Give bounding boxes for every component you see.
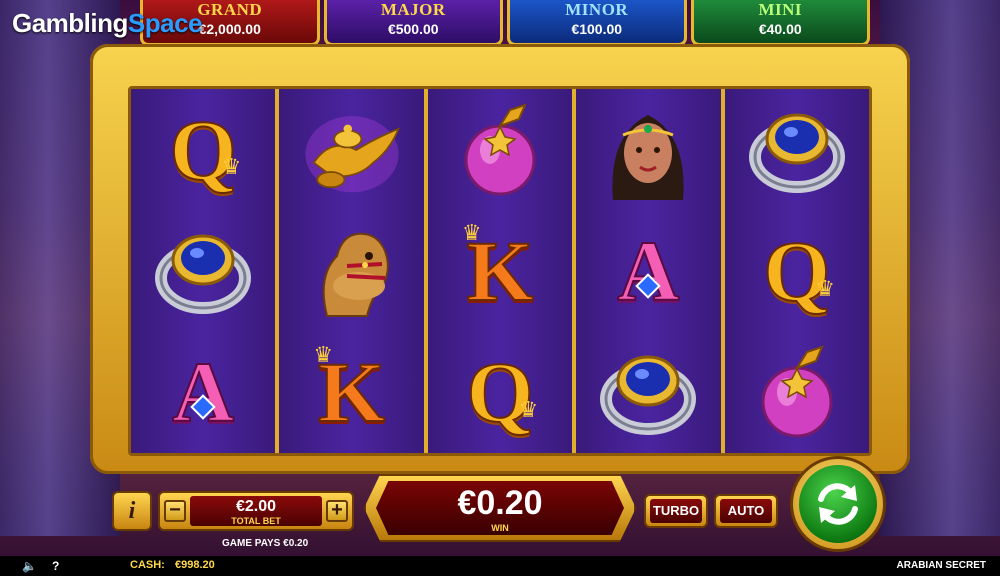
win-display: €0.20 WIN: [364, 474, 636, 542]
jackpot-minor: MINOR €100.00: [507, 0, 687, 46]
cash-label: CASH:: [130, 559, 165, 571]
magic-lamp-symbol-icon: [305, 115, 400, 192]
jackpot-name: MINI: [758, 0, 803, 19]
ring-symbol-icon: [748, 113, 845, 193]
jackpot-value: €40.00: [758, 21, 802, 37]
info-button[interactable]: i: [112, 491, 152, 531]
reel-cell: [576, 89, 720, 210]
reel-cell: Q ♛: [725, 210, 869, 331]
reel-2: K ♛: [279, 89, 428, 453]
total-bet-value: €2.00: [235, 498, 277, 515]
control-bar: i − €2.00 TOTAL BET + GAME PAYS €0.20 €0…: [112, 456, 888, 552]
ring-symbol-icon: [155, 234, 252, 314]
reel-cell: [131, 210, 275, 331]
reel-frame: Q ♛ A K ♛ K ♛ Q ♛ A Q ♛: [90, 44, 910, 474]
total-bet-display: €2.00 TOTAL BET: [190, 496, 322, 526]
reel-cell: [576, 332, 720, 453]
win-value: €0.20: [457, 484, 543, 522]
status-bar: 🔈 ? CASH: €998.20 ARABIAN SECRET: [0, 556, 1000, 576]
autoplay-button[interactable]: AUTO: [714, 494, 778, 528]
reel-4: A: [576, 89, 725, 453]
reel-cell: Q ♛: [428, 332, 572, 453]
jackpot-name: MAJOR: [380, 0, 446, 19]
reel-3: K ♛ Q ♛: [427, 89, 577, 453]
game-title: ARABIAN SECRET: [896, 560, 986, 571]
jackpot-name: MINOR: [565, 0, 629, 19]
symbol-a: A: [616, 222, 680, 319]
brand-watermark: GamblingSpace: [12, 8, 203, 39]
potion-bottle-symbol-icon: [761, 345, 833, 438]
reel-cell: K ♛: [279, 332, 423, 453]
reel-cell: K ♛: [428, 210, 572, 331]
total-bet-label: TOTAL BET: [231, 516, 281, 526]
spin-button-face: [799, 465, 877, 543]
win-label: WIN: [491, 523, 509, 533]
game-pays-text: GAME PAYS €0.20: [222, 538, 309, 549]
sound-toggle-icon[interactable]: 🔈: [22, 559, 37, 573]
camel-symbol-icon: [322, 232, 389, 317]
bet-decrease-button[interactable]: −: [164, 500, 186, 522]
turbo-button[interactable]: TURBO: [644, 494, 708, 528]
brand-part-2: Space: [127, 8, 203, 38]
reel-cell: [279, 210, 423, 331]
crown-icon: ♛: [518, 396, 539, 422]
reel-cell: A: [131, 332, 275, 453]
autoplay-label: AUTO: [720, 499, 772, 523]
potion-bottle-symbol-icon: [464, 103, 536, 196]
princess-symbol-icon: [612, 114, 684, 200]
bet-increase-button[interactable]: +: [326, 500, 348, 522]
reel-cell: [428, 89, 572, 210]
reel-cell: [725, 89, 869, 210]
bet-selector: − €2.00 TOTAL BET +: [158, 491, 354, 531]
jackpot-value: €100.00: [571, 21, 623, 37]
help-icon[interactable]: ?: [52, 559, 59, 573]
reel-cell: Q ♛: [131, 89, 275, 210]
symbol-a: A: [171, 344, 235, 441]
crown-icon: ♛: [461, 220, 482, 246]
crown-icon: ♛: [815, 275, 836, 301]
spin-button[interactable]: [790, 456, 886, 552]
refresh-arrows-icon: [818, 483, 858, 525]
jackpot-mini: MINI €40.00: [690, 0, 870, 46]
win-display-inner: €0.20 WIN: [376, 481, 624, 535]
cash-value: €998.20: [175, 559, 215, 571]
jackpot-major: MAJOR €500.00: [323, 0, 503, 46]
reel-cell: [279, 89, 423, 210]
crown-icon: ♛: [221, 154, 242, 180]
crown-icon: ♛: [313, 341, 334, 367]
ring-symbol-icon: [600, 355, 697, 436]
reel-cell: [725, 332, 869, 453]
jackpot-value: €500.00: [387, 21, 439, 37]
jackpot-bar: GRAND €2,000.00 MAJOR €500.00 MINOR €100…: [140, 0, 870, 46]
reel-grid: Q ♛ A K ♛ K ♛ Q ♛ A Q ♛: [128, 86, 872, 456]
reel-1: Q ♛ A: [131, 89, 280, 453]
reel-5: Q ♛: [724, 89, 869, 453]
turbo-label: TURBO: [650, 499, 702, 523]
brand-part-1: Gambling: [12, 8, 128, 38]
reel-cell: A: [576, 210, 720, 331]
